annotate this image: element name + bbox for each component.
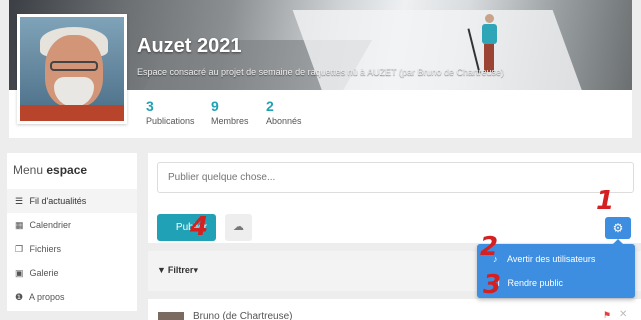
stat-label: Abonnés	[266, 116, 302, 126]
menu-item-gallery[interactable]: ▣ Galerie	[7, 261, 137, 285]
menu-item-about[interactable]: ❶ A propos	[7, 285, 137, 309]
stat-label: Publications	[146, 116, 195, 126]
dropdown-item-label: Rendre public	[507, 278, 564, 288]
menu-item-label: Fil d'actualités	[29, 196, 87, 206]
hiker-figure	[467, 14, 499, 74]
annotation-1: 1	[596, 186, 615, 216]
menu-title: Menu espace	[13, 163, 88, 177]
info-icon: ❶	[15, 292, 24, 302]
stat-value: 3	[146, 98, 154, 114]
calendar-icon: ▦	[15, 220, 24, 230]
menu-item-news-feed[interactable]: ☰ Fil d'actualités	[7, 189, 137, 213]
stat-followers[interactable]: 2 Abonnés	[266, 98, 302, 126]
notify-users-item[interactable]: ♪ Avertir des utilisateurs	[477, 247, 635, 271]
menu-item-files[interactable]: ❐ Fichiers	[7, 237, 137, 261]
close-icon[interactable]: ✕	[619, 309, 627, 320]
filter-icon: ▼	[157, 265, 166, 275]
caret-down-icon: ▾	[193, 265, 198, 275]
dropdown-item-label: Avertir des utilisateurs	[507, 254, 596, 264]
cloud-upload-icon: ☁	[233, 221, 244, 233]
settings-button[interactable]: ⚙	[605, 217, 631, 239]
menu-item-label: Galerie	[29, 268, 59, 278]
stat-label: Membres	[211, 116, 249, 126]
filter-dropdown[interactable]: ▼ Filtrer▾	[157, 265, 198, 276]
gears-icon: ⚙	[612, 221, 624, 235]
filter-label: Filtrer	[167, 265, 194, 275]
stat-publications[interactable]: 3 Publications	[146, 98, 195, 126]
annotation-3: 3	[483, 270, 502, 300]
space-title: Auzet 2021	[137, 35, 242, 57]
stat-value: 9	[211, 98, 219, 114]
upload-button[interactable]: ☁	[225, 214, 252, 241]
stat-members[interactable]: 9 Membres	[211, 98, 249, 126]
author-avatar[interactable]	[158, 312, 184, 320]
menu-item-label: Calendrier	[29, 220, 72, 230]
annotation-4: 4	[190, 212, 209, 242]
post-input[interactable]	[157, 162, 634, 193]
image-icon: ▣	[15, 268, 24, 278]
menu-item-calendar[interactable]: ▦ Calendrier	[7, 213, 137, 237]
space-description: Espace consacré au projet de semaine de …	[137, 67, 505, 77]
stat-value: 2	[266, 98, 274, 114]
files-icon: ❐	[15, 244, 24, 254]
menu-item-label: A propos	[29, 292, 65, 302]
post-composer: Publier ☁ ⚙	[148, 153, 641, 243]
list-icon: ☰	[15, 196, 24, 206]
space-avatar[interactable]	[17, 14, 127, 124]
menu-item-label: Fichiers	[29, 244, 62, 254]
space-menu: Menu espace ☰ Fil d'actualités ▦ Calendr…	[7, 153, 137, 311]
post-card: Bruno (de Chartreuse) ⚑ ✕	[148, 299, 641, 320]
author-name[interactable]: Bruno (de Chartreuse)	[193, 311, 293, 320]
pin-icon[interactable]: ⚑	[603, 310, 611, 320]
annotation-2: 2	[480, 232, 499, 262]
